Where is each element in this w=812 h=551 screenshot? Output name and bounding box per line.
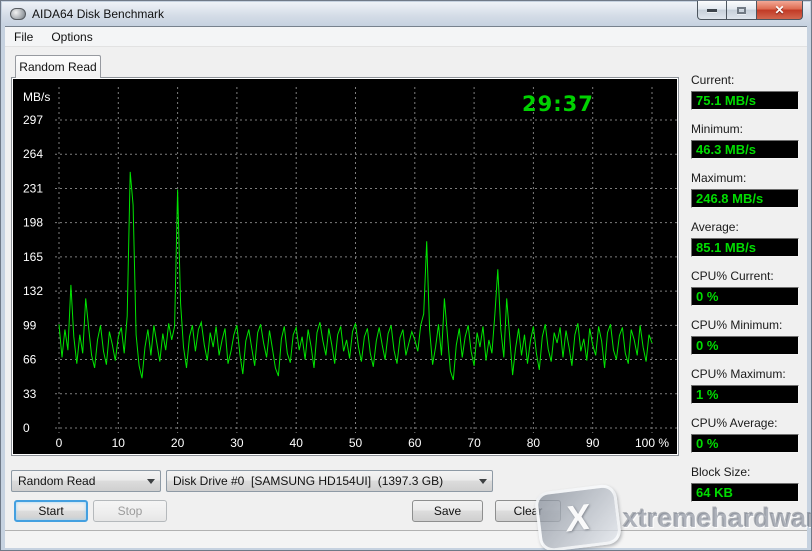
stat-value: 0 % (691, 434, 799, 453)
stat-group: CPU% Current: 0 % (691, 269, 801, 306)
close-icon: ✕ (774, 4, 784, 16)
stat-label: Minimum: (691, 122, 801, 137)
benchmark-type-dropdown[interactable]: Random Read (11, 470, 161, 492)
stat-label: Current: (691, 73, 801, 88)
disk-icon (10, 8, 26, 20)
x-tick-label: 20 (171, 436, 185, 450)
x-tick-label: 30 (230, 436, 244, 450)
window-title: AIDA64 Disk Benchmark (32, 7, 164, 21)
stat-value: 1 % (691, 385, 799, 404)
menu-file[interactable]: File (5, 28, 42, 46)
maximize-icon (737, 7, 746, 14)
close-button[interactable]: ✕ (757, 1, 803, 20)
menu-options[interactable]: Options (42, 28, 101, 46)
x-tick-label: 70 (467, 436, 481, 450)
stat-group: Average: 85.1 MB/s (691, 220, 801, 257)
stat-label: CPU% Maximum: (691, 367, 801, 382)
client-area: File Options Random Read MB/s 0 33 66 99 132 1… (5, 26, 807, 546)
y-tick-label: 198 (23, 216, 43, 230)
stat-value: 64 KB (691, 483, 799, 502)
stat-group: Current: 75.1 MB/s (691, 73, 801, 110)
chevron-down-icon (474, 475, 492, 488)
stat-value: 246.8 MB/s (691, 189, 799, 208)
y-tick-label: 297 (23, 113, 43, 127)
stat-value: 0 % (691, 287, 799, 306)
y-tick-label: 0 (23, 421, 30, 435)
start-button[interactable]: Start (14, 500, 88, 522)
stat-value: 0 % (691, 336, 799, 355)
stop-button[interactable]: Stop (93, 500, 167, 522)
benchmark-type-value: Random Read (12, 474, 142, 488)
stat-label: Maximum: (691, 171, 801, 186)
x-tick-label: 40 (290, 436, 304, 450)
x-tick-label: 60 (408, 436, 422, 450)
tab-random-read[interactable]: Random Read (15, 55, 101, 78)
stat-label: CPU% Average: (691, 416, 801, 431)
stat-group: CPU% Minimum: 0 % (691, 318, 801, 355)
window-controls: ✕ (697, 1, 803, 20)
stat-value: 46.3 MB/s (691, 140, 799, 159)
y-tick-label: 66 (23, 353, 37, 367)
y-tick-label: 33 (23, 387, 37, 401)
save-button[interactable]: Save (412, 500, 483, 522)
clear-button[interactable]: Clear (495, 500, 561, 522)
chart-frame: MB/s 0 33 66 99 132 165 198 231 264 297 0 10 20 30 40 50… (11, 77, 679, 456)
y-tick-label: 231 (23, 181, 43, 195)
drive-value: Disk Drive #0 [SAMSUNG HD154UI] (1397.3 … (167, 474, 474, 488)
stat-group: Minimum: 46.3 MB/s (691, 122, 801, 159)
maximize-button[interactable] (727, 1, 757, 20)
y-tick-label: 99 (23, 318, 37, 332)
x-tick-label: 10 (112, 436, 126, 450)
chevron-down-icon (142, 475, 160, 488)
stat-label: Average: (691, 220, 801, 235)
minimize-button[interactable] (697, 1, 727, 20)
y-tick-label: 165 (23, 250, 43, 264)
app-window: AIDA64 Disk Benchmark ✕ File Options Ran… (0, 0, 812, 551)
stat-value: 85.1 MB/s (691, 238, 799, 257)
stat-group: CPU% Maximum: 1 % (691, 367, 801, 404)
status-bar (5, 530, 807, 548)
stats-panel: Current: 75.1 MB/s Minimum: 46.3 MB/s Maximu… (691, 73, 801, 514)
stat-group: CPU% Average: 0 % (691, 416, 801, 453)
x-tick-label: 80 (527, 436, 541, 450)
y-tick-label: 132 (23, 284, 43, 298)
stat-group: Maximum: 246.8 MB/s (691, 171, 801, 208)
x-tick-label: 90 (586, 436, 600, 450)
drive-dropdown[interactable]: Disk Drive #0 [SAMSUNG HD154UI] (1397.3 … (166, 470, 493, 492)
y-tick-label: 264 (23, 147, 43, 161)
x-tick-label: 50 (349, 436, 363, 450)
stat-label: Block Size: (691, 465, 801, 480)
y-axis-unit-label: MB/s (23, 90, 50, 104)
stat-value: 75.1 MB/s (691, 91, 799, 110)
benchmark-chart-svg: MB/s 0 33 66 99 132 165 198 231 264 297 0 10 20 30 40 50… (13, 79, 677, 454)
x-tick-label: 0 (56, 436, 63, 450)
minimize-icon (707, 9, 717, 12)
stat-label: CPU% Current: (691, 269, 801, 284)
stat-label: CPU% Minimum: (691, 318, 801, 333)
x-tick-label: 100 % (635, 436, 669, 450)
benchmark-chart: MB/s 0 33 66 99 132 165 198 231 264 297 0 10 20 30 40 50… (13, 79, 677, 454)
menu-bar: File Options (5, 27, 807, 47)
title-bar: AIDA64 Disk Benchmark (2, 2, 810, 26)
elapsed-timer: 29:37 (522, 92, 594, 116)
stat-group: Block Size: 64 KB (691, 465, 801, 502)
